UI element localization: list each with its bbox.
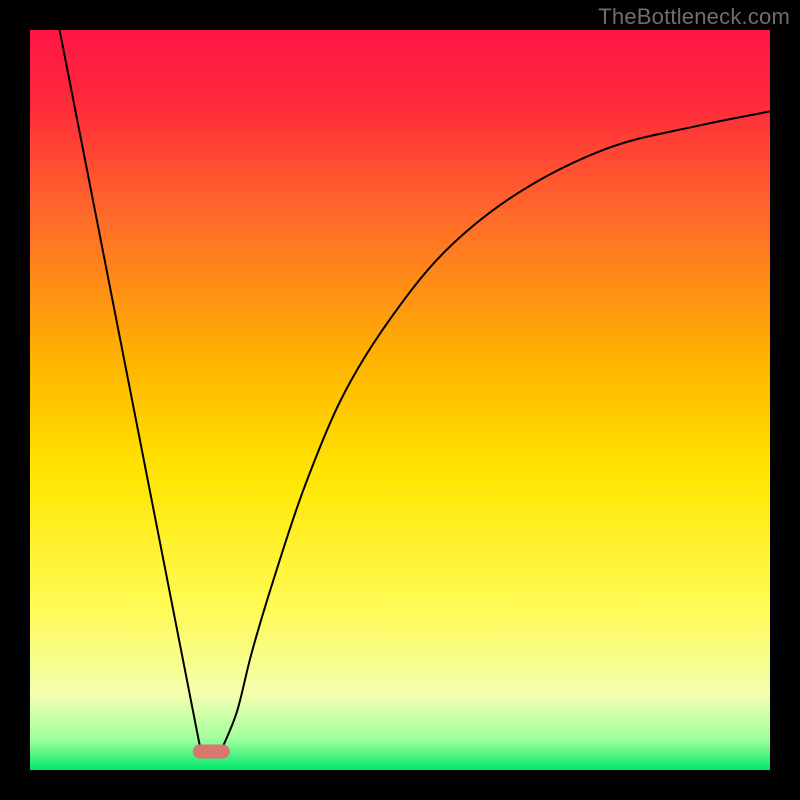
optimum-pill bbox=[193, 745, 230, 759]
plot-svg bbox=[30, 30, 770, 770]
gradient-background bbox=[30, 30, 770, 770]
plot-area bbox=[30, 30, 770, 770]
optimum-marker bbox=[193, 745, 230, 759]
watermark-text: TheBottleneck.com bbox=[598, 4, 790, 30]
chart-frame: TheBottleneck.com bbox=[0, 0, 800, 800]
